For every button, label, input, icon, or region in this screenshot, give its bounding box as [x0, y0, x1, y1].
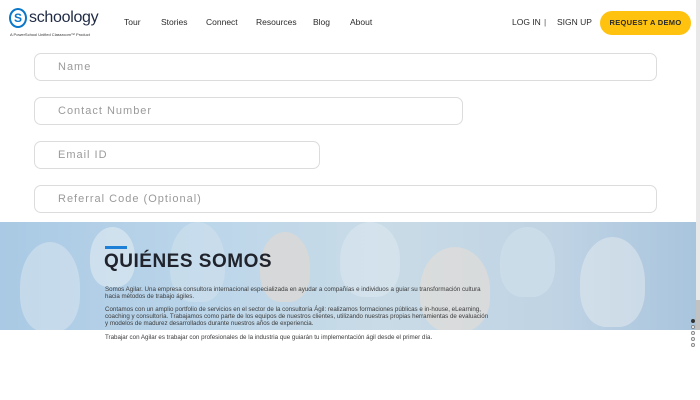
- slider-dot[interactable]: [691, 337, 695, 341]
- referral-code-input[interactable]: Referral Code (Optional): [34, 185, 657, 213]
- nav-tour[interactable]: Tour: [124, 17, 141, 29]
- site-header: S schoology A PowerSchool Unified Classr…: [0, 0, 700, 46]
- about-title: QUIÉNES SOMOS: [104, 251, 273, 272]
- about-text-line: y modelos de madurez desarrollados duran…: [105, 320, 314, 327]
- nav-about[interactable]: About: [350, 17, 372, 29]
- slider-dot[interactable]: [691, 331, 695, 335]
- contact-number-placeholder: Contact Number: [58, 105, 153, 117]
- request-demo-button[interactable]: REQUEST A DEMO: [600, 11, 691, 35]
- contact-number-input[interactable]: Contact Number: [34, 97, 463, 125]
- schoology-logo[interactable]: S schoology A PowerSchool Unified Classr…: [9, 8, 109, 40]
- nav-separator: |: [544, 17, 547, 27]
- nav-blog[interactable]: Blog: [313, 17, 330, 29]
- schoology-s-icon: S: [9, 8, 27, 28]
- login-link[interactable]: LOG IN: [512, 17, 541, 27]
- section-accent-bar: [105, 246, 127, 249]
- slider-dot[interactable]: [691, 325, 695, 329]
- scrollbar-thumb[interactable]: [696, 300, 700, 330]
- slider-dot[interactable]: [691, 343, 695, 347]
- slider-dot-active[interactable]: [691, 319, 695, 323]
- about-text-line: Trabajar con Agilar es trabajar con prof…: [105, 334, 433, 341]
- about-text-line: hacia métodos de trabajo ágiles.: [105, 293, 195, 300]
- email-placeholder: Email ID: [58, 149, 108, 161]
- brand-tagline: A PowerSchool Unified Classroom™ Product: [10, 32, 90, 37]
- brand-name: schoology: [29, 9, 99, 26]
- nav-connect[interactable]: Connect: [206, 17, 238, 29]
- scrollbar-track[interactable]: [696, 0, 700, 330]
- email-input[interactable]: Email ID: [34, 141, 320, 169]
- nav-resources[interactable]: Resources: [256, 17, 297, 29]
- signup-link[interactable]: SIGN UP: [557, 17, 592, 27]
- referral-code-placeholder: Referral Code (Optional): [58, 193, 202, 205]
- name-input[interactable]: Name: [34, 53, 657, 81]
- nav-stories[interactable]: Stories: [161, 17, 187, 29]
- name-placeholder: Name: [58, 61, 92, 73]
